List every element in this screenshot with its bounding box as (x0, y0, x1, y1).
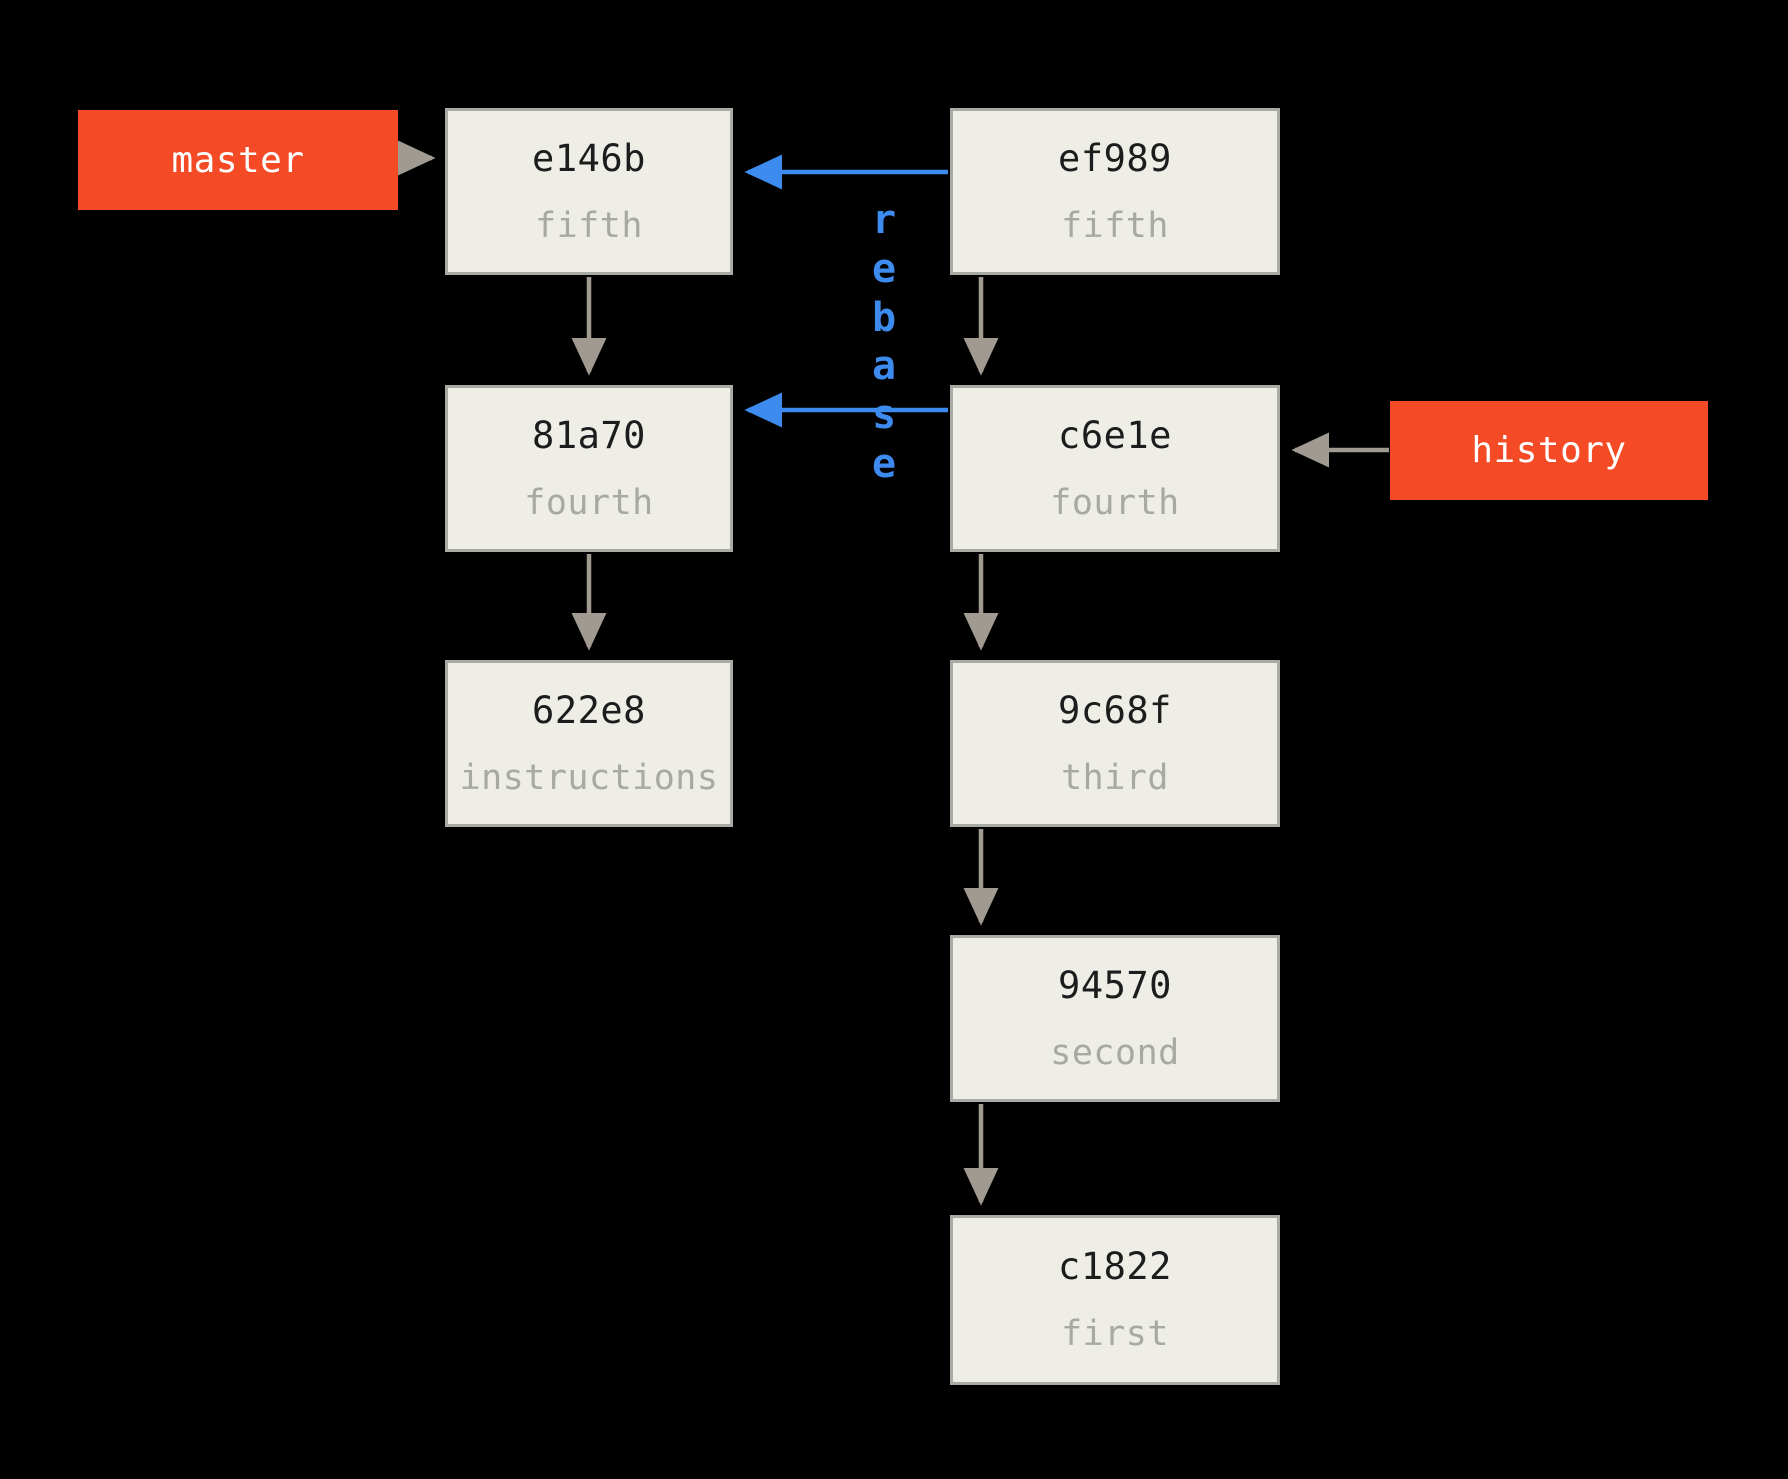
commit-message: fifth (535, 205, 643, 246)
commit-message: third (1061, 757, 1169, 798)
commit-message: fourth (524, 482, 654, 523)
commit-node-94570[interactable]: 94570 second (950, 935, 1280, 1102)
commit-sha: e146b (532, 136, 646, 180)
commit-message: second (1050, 1032, 1180, 1073)
commit-node-9c68f[interactable]: 9c68f third (950, 660, 1280, 827)
branch-label-history[interactable]: history (1390, 401, 1708, 500)
commit-message: fourth (1050, 482, 1180, 523)
branch-label-master-text: master (171, 139, 305, 181)
commit-node-ef989[interactable]: ef989 fifth (950, 108, 1280, 275)
rebase-letter-b: b (872, 294, 897, 341)
commit-sha: 9c68f (1058, 688, 1172, 732)
commit-sha: 81a70 (532, 413, 646, 457)
commit-node-622e8[interactable]: 622e8 instructions (445, 660, 733, 827)
commit-message: fifth (1061, 205, 1169, 246)
commit-sha: 622e8 (532, 688, 646, 732)
commit-node-c1822[interactable]: c1822 first (950, 1215, 1280, 1385)
commit-sha: ef989 (1058, 136, 1172, 180)
commit-node-e146b[interactable]: e146b fifth (445, 108, 733, 275)
commit-message: instructions (459, 757, 719, 798)
branch-label-master[interactable]: master (78, 110, 398, 210)
rebase-letter-e1: e (872, 245, 897, 292)
rebase-letter-r: r (872, 197, 897, 243)
commit-message: first (1061, 1314, 1169, 1354)
commit-sha: 94570 (1058, 963, 1172, 1007)
commit-sha: c1822 (1058, 1245, 1172, 1288)
rebase-label: r e b a s e (872, 196, 896, 489)
rebase-letter-e2: e (872, 440, 897, 487)
git-rebase-diagram: master history r e b a s e e146b fifth 8… (0, 0, 1788, 1479)
commit-node-c6e1e[interactable]: c6e1e fourth (950, 385, 1280, 552)
commit-node-81a70[interactable]: 81a70 fourth (445, 385, 733, 552)
branch-label-history-text: history (1471, 430, 1627, 471)
rebase-letter-s: s (872, 392, 897, 439)
rebase-letter-a: a (872, 343, 897, 390)
commit-sha: c6e1e (1058, 413, 1172, 457)
